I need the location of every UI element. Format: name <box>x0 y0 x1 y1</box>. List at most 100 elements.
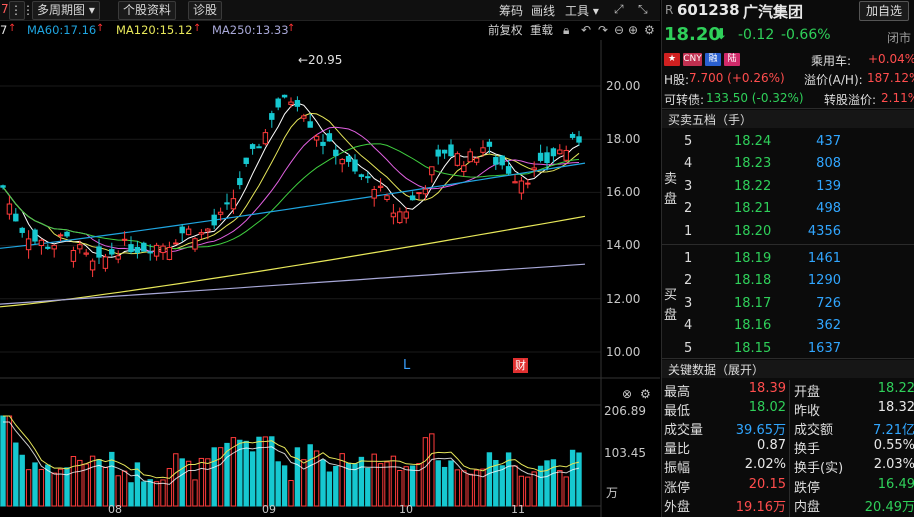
up-arrow-icon: ↑ <box>193 23 202 34</box>
add-watchlist-button[interactable]: 加自选 <box>859 1 909 21</box>
multi-period-button[interactable]: 多周期图 ▾ <box>32 1 100 20</box>
l-event-marker[interactable]: L <box>403 358 410 373</box>
last-price: 18.20 <box>664 24 721 45</box>
cny-badge: CNY <box>683 53 702 66</box>
collapse-icon[interactable]: ⤡ <box>638 2 648 17</box>
candle-body <box>352 159 358 172</box>
volume-bar <box>249 451 256 507</box>
key-value: 20.49万 <box>864 499 914 515</box>
volume-bar <box>147 479 153 507</box>
volume-bar <box>77 459 83 507</box>
candle-body <box>569 133 576 138</box>
fullscreen-icon[interactable]: ⤢ <box>614 2 624 17</box>
sell-order-row[interactable]: 4 18.23 808 <box>662 153 914 175</box>
order-level: 1 <box>684 251 693 266</box>
key-label: 最低 <box>664 404 691 420</box>
candle-body <box>358 174 365 177</box>
candle-body <box>333 149 339 157</box>
volume-bar <box>57 468 64 507</box>
candle-body <box>320 141 326 146</box>
chips-button[interactable]: 筹码 <box>499 2 523 19</box>
key-data-title[interactable]: 关键数据（展开） <box>668 361 764 378</box>
margin-badge: 融 <box>705 53 721 66</box>
candle-body <box>416 192 422 195</box>
sell-order-row[interactable]: 5 18.24 437 <box>662 131 914 153</box>
cb-label: 可转债: <box>664 93 705 107</box>
date-tick: 11 <box>511 503 525 516</box>
volume-bar <box>192 479 198 507</box>
key-value: 2.02% <box>744 457 786 473</box>
tools-button[interactable]: 工具 ▾ <box>565 2 599 19</box>
candle-body <box>454 153 461 166</box>
stock-info-button[interactable]: 个股资料 <box>118 1 177 20</box>
volume-settings-icon[interactable]: ⚙ <box>640 387 651 401</box>
key-label: 外盘 <box>664 499 691 515</box>
volume-bar <box>333 465 339 507</box>
price-tick: 14.00 <box>606 238 641 252</box>
buy-order-row[interactable]: 1 18.19 1461 <box>662 248 914 270</box>
draw-line-button[interactable]: 画线 <box>531 2 555 19</box>
close-volume-icon[interactable]: ⊗ <box>622 387 632 401</box>
volume-bar <box>576 452 582 507</box>
lock-icon[interactable]: 🔒︎ <box>563 23 569 37</box>
order-price: 18.21 <box>734 201 772 217</box>
candle-body <box>249 144 256 149</box>
sell-order-row[interactable]: 3 18.22 139 <box>662 176 914 198</box>
key-value: 18.39 <box>748 381 786 396</box>
buy-order-row[interactable]: 2 18.18 1290 <box>662 270 914 292</box>
zoom-out-icon[interactable]: ⊖ <box>614 23 624 37</box>
candle-body <box>19 227 25 233</box>
key-data-row: 振幅 2.02% 换手(实) 2.03% <box>662 456 914 476</box>
candle-body <box>89 260 96 271</box>
candle-body <box>557 149 563 155</box>
ah-premium-value: 187.12% <box>867 71 914 85</box>
candle-body <box>96 246 102 258</box>
key-value: 7.21亿 <box>873 423 914 439</box>
kline-chart[interactable] <box>0 40 660 517</box>
candle-body <box>505 166 512 174</box>
adjust-button[interactable]: 前复权 <box>488 22 523 38</box>
diagnose-button[interactable]: 诊股 <box>188 1 223 20</box>
divider <box>662 108 914 109</box>
candle-body <box>217 211 224 215</box>
candle-body <box>339 158 345 165</box>
key-label: 最高 <box>664 385 691 400</box>
ma60-label: MA60:17.16 <box>27 23 97 37</box>
candle-body <box>38 239 45 247</box>
candle-body <box>422 188 429 195</box>
candle-body <box>499 155 505 166</box>
candle-body <box>537 152 544 161</box>
candle-body <box>0 185 6 188</box>
candle-body <box>160 245 166 254</box>
settings-icon[interactable]: ⚙ <box>644 23 655 37</box>
sell-order-row[interactable]: 2 18.21 498 <box>662 198 914 220</box>
zoom-in-icon[interactable]: ⊕ <box>628 23 638 37</box>
candle-body <box>435 149 441 157</box>
earnings-marker[interactable]: 财 <box>513 358 528 373</box>
price-tick: 16.00 <box>606 185 641 199</box>
key-data-row: 外盘 19.16万 内盘 20.49万 <box>662 495 914 515</box>
undo-icon[interactable]: ↶ <box>581 23 591 37</box>
volume-bar <box>301 459 307 507</box>
up-arrow-icon: ↑ <box>287 23 296 34</box>
volume-bar <box>102 467 109 507</box>
redo-icon[interactable]: ↷ <box>598 23 608 37</box>
buy-order-row[interactable]: 5 18.15 1637 <box>662 338 914 360</box>
key-label: 成交额 <box>794 423 834 439</box>
key-data-row: 成交量 39.65万 成交额 7.21亿 <box>662 418 914 439</box>
buy-order-row[interactable]: 3 18.17 726 <box>662 293 914 315</box>
menu-icon[interactable]: ⋮⋮ <box>9 1 34 20</box>
sell-order-row[interactable]: 1 18.20 4356 <box>662 221 914 243</box>
volume-bar <box>128 482 134 507</box>
buy-order-row[interactable]: 4 18.16 362 <box>662 315 914 337</box>
order-level: 1 <box>684 223 693 239</box>
volume-bar <box>96 459 102 507</box>
order-level: 4 <box>684 318 693 334</box>
volume-bar <box>313 450 320 507</box>
price-change: -0.12 <box>738 27 775 43</box>
candle-body <box>25 238 32 251</box>
volume-bar <box>563 476 569 507</box>
candle-body <box>294 100 301 107</box>
candle-body <box>211 214 217 226</box>
overlay-button[interactable]: 重载 <box>530 22 553 38</box>
